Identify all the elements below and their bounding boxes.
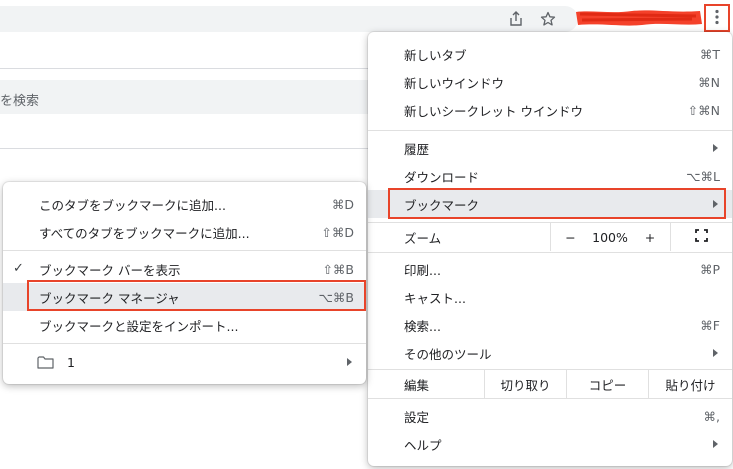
browser-toolbar	[0, 0, 733, 36]
menu-item-label: 新しいウインドウ	[404, 75, 505, 91]
submenu-item-folder-1[interactable]: 1	[3, 348, 366, 376]
menu-item-label: 検索...	[404, 318, 441, 334]
paste-button[interactable]: 貼り付け	[648, 370, 732, 398]
menu-item-label: 印刷...	[404, 262, 441, 278]
checkmark-icon: ✓	[13, 261, 24, 276]
menu-item-new-window[interactable]: 新しいウインドウ ⌘N	[368, 68, 732, 96]
fullscreen-button[interactable]	[670, 223, 732, 251]
submenu-item-bookmark-this-tab[interactable]: このタブをブックマークに追加... ⌘D	[3, 190, 366, 218]
menu-item-new-tab[interactable]: 新しいタブ ⌘T	[368, 40, 732, 68]
menu-item-cast[interactable]: キャスト...	[368, 283, 732, 311]
submenu-arrow-icon	[713, 349, 718, 357]
menu-item-label: ブックマークと設定をインポート...	[39, 318, 239, 334]
address-bar[interactable]	[0, 6, 578, 32]
menu-item-settings[interactable]: 設定 ⌘,	[368, 402, 732, 430]
submenu-arrow-icon	[713, 200, 718, 208]
shortcut-label: ⇧⌘B	[322, 261, 354, 277]
submenu-arrow-icon	[713, 144, 718, 152]
shortcut-label: ⇧⌘D	[321, 224, 354, 240]
shortcut-label: ⌘F	[700, 317, 720, 333]
menu-item-help[interactable]: ヘルプ	[368, 430, 732, 458]
redacted-profile-area	[576, 10, 702, 26]
menu-item-label: すべてのタブをブックマークに追加...	[39, 225, 250, 241]
menu-item-incognito[interactable]: 新しいシークレット ウインドウ ⇧⌘N	[368, 96, 732, 124]
menu-item-label: 設定	[404, 409, 430, 425]
menu-item-more-tools[interactable]: その他のツール	[368, 339, 732, 367]
menu-item-label: 履歴	[404, 141, 430, 157]
menu-item-label: キャスト...	[404, 290, 466, 306]
menu-item-label: その他のツール	[404, 346, 492, 362]
menu-item-edit: 編集 切り取り コピー 貼り付け	[368, 370, 732, 398]
submenu-arrow-icon	[347, 358, 352, 366]
shortcut-label: ⌘N	[698, 74, 720, 90]
menu-item-bookmarks[interactable]: ブックマーク	[368, 190, 732, 218]
cut-label: 切り取り	[500, 377, 551, 393]
shortcut-label: ⌘D	[331, 196, 354, 212]
menu-item-label: 新しいシークレット ウインドウ	[404, 103, 583, 119]
zoom-level-label: 100%	[592, 229, 628, 245]
folder-icon	[37, 356, 54, 372]
shortcut-label: ⌥⌘L	[686, 168, 720, 184]
submenu-item-show-bookmarks-bar[interactable]: ✓ ブックマーク バーを表示 ⇧⌘B	[3, 255, 366, 283]
shortcut-label: ⌘T	[699, 46, 720, 62]
submenu-item-bookmark-all-tabs[interactable]: すべてのタブをブックマークに追加... ⇧⌘D	[3, 218, 366, 246]
shortcut-label: ⇧⌘N	[687, 102, 720, 118]
menu-item-label: ズーム	[404, 230, 442, 246]
menu-item-find[interactable]: 検索... ⌘F	[368, 311, 732, 339]
shortcut-label: ⌘,	[703, 408, 720, 424]
folder-label: 1	[67, 354, 75, 370]
menu-item-label: 新しいタブ	[404, 47, 467, 63]
copy-button[interactable]: コピー	[566, 370, 648, 398]
menu-item-zoom: ズーム − 100% +	[368, 223, 732, 251]
bookmarks-submenu: このタブをブックマークに追加... ⌘D すべてのタブをブックマークに追加...…	[3, 182, 366, 384]
menu-separator	[3, 343, 366, 344]
zoom-in-label: +	[644, 229, 656, 245]
zoom-in-button[interactable]: +	[630, 223, 670, 251]
zoom-out-label: −	[565, 229, 576, 245]
share-icon[interactable]	[505, 8, 527, 30]
star-icon[interactable]	[537, 8, 559, 30]
browser-main-menu: 新しいタブ ⌘T 新しいウインドウ ⌘N 新しいシークレット ウインドウ ⇧⌘N…	[368, 32, 732, 466]
shortcut-label: ⌘P	[699, 261, 720, 277]
submenu-arrow-icon	[713, 440, 718, 448]
menu-separator	[368, 130, 732, 131]
menu-item-label: ブックマーク	[404, 197, 480, 213]
search-placeholder: を検索	[0, 94, 40, 109]
menu-item-history[interactable]: 履歴	[368, 134, 732, 162]
fullscreen-icon	[695, 229, 708, 245]
menu-item-label: ブックマーク バーを表示	[39, 262, 181, 278]
menu-item-print[interactable]: 印刷... ⌘P	[368, 255, 732, 283]
browser-menu-button[interactable]	[704, 4, 730, 32]
zoom-out-button[interactable]: −	[550, 223, 590, 251]
menu-item-label: ブックマーク マネージャ	[39, 290, 180, 306]
page-divider	[0, 68, 380, 69]
menu-item-label: 編集	[404, 377, 430, 393]
submenu-item-import-bookmarks[interactable]: ブックマークと設定をインポート...	[3, 311, 366, 339]
zoom-level: 100%	[590, 223, 630, 251]
page-search-box[interactable]	[0, 80, 380, 114]
menu-separator	[368, 398, 732, 399]
copy-label: コピー	[588, 377, 627, 393]
menu-item-label: ヘルプ	[404, 437, 442, 453]
shortcut-label: ⌥⌘B	[318, 289, 354, 305]
menu-item-downloads[interactable]: ダウンロード ⌥⌘L	[368, 162, 732, 190]
three-dots-vertical-icon	[715, 9, 719, 28]
page-divider	[0, 148, 380, 149]
menu-separator	[3, 250, 366, 251]
menu-separator	[368, 252, 732, 253]
submenu-item-bookmark-manager[interactable]: ブックマーク マネージャ ⌥⌘B	[3, 283, 366, 311]
cut-button[interactable]: 切り取り	[484, 370, 566, 398]
paste-label: 貼り付け	[665, 377, 716, 393]
menu-item-label: ダウンロード	[404, 169, 480, 185]
menu-item-label: このタブをブックマークに追加...	[39, 197, 226, 213]
